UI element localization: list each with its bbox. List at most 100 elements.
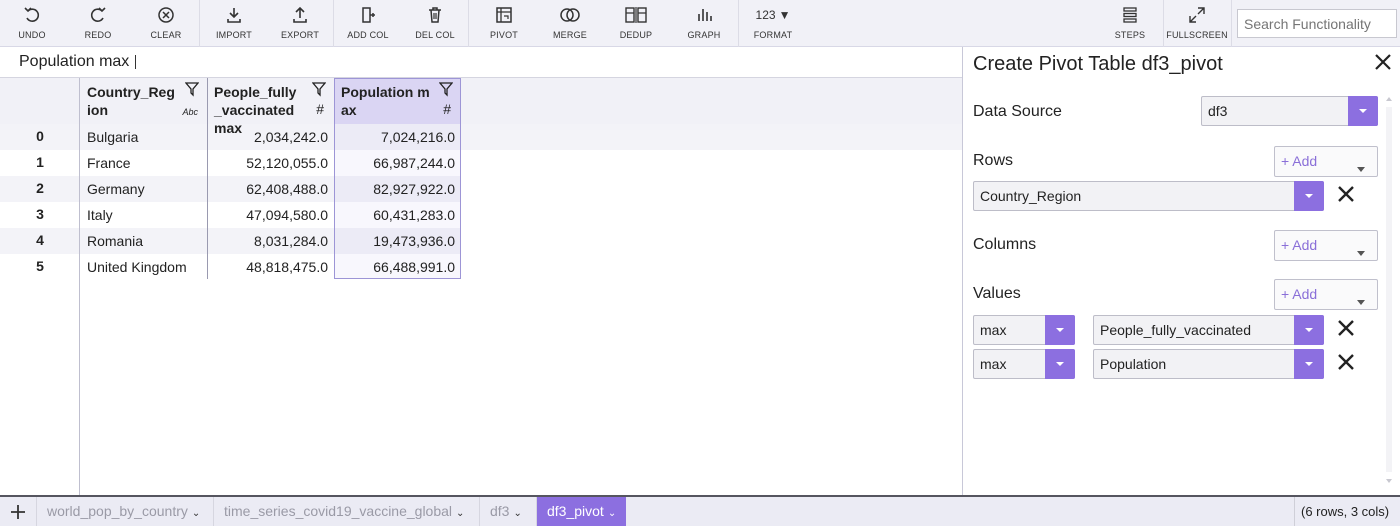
redo-label: REDO <box>84 30 112 40</box>
export-label: EXPORT <box>280 30 320 40</box>
merge-button[interactable]: MERGE <box>548 0 592 47</box>
chevron-down-icon <box>1045 349 1075 379</box>
remove-row-icon[interactable] <box>1337 185 1355 207</box>
remove-value-icon[interactable] <box>1337 319 1355 341</box>
table-cell[interactable]: 66,987,244.0 <box>335 150 461 176</box>
plus-icon <box>11 504 25 519</box>
download-icon <box>224 0 244 30</box>
add-value-label: + Add <box>1281 286 1318 302</box>
filter-icon[interactable] <box>184 81 200 101</box>
caret-down-icon <box>1357 159 1365 175</box>
text-cursor <box>135 55 136 69</box>
export-button[interactable]: EXPORT <box>278 0 322 47</box>
pivot-label: PIVOT <box>489 30 518 40</box>
add-value-button[interactable]: + Add <box>1274 279 1378 310</box>
clear-button[interactable]: CLEAR <box>146 0 186 47</box>
column-header-population[interactable]: Population max # <box>335 78 461 124</box>
undo-button[interactable]: UNDO <box>12 0 52 47</box>
add-sheet-button[interactable] <box>0 497 36 526</box>
table-cell[interactable]: 62,408,488.0 <box>208 176 334 202</box>
table-cell[interactable]: 60,431,283.0 <box>335 202 461 228</box>
data-grid: Population max Country_Region Abc People… <box>0 47 962 495</box>
del-col-button[interactable]: DEL COL <box>412 0 458 47</box>
columns-label: Columns <box>973 236 1037 253</box>
number-type-icon: # <box>443 101 451 117</box>
table-cell[interactable]: 7,024,216.0 <box>335 124 461 150</box>
add-col-button[interactable]: ADD COL <box>346 0 390 47</box>
tab-df3-pivot[interactable]: df3_pivot ⌄ <box>536 497 627 526</box>
table-cell[interactable]: 48,818,475.0 <box>208 254 334 280</box>
column-header-country-region[interactable]: Country_Region Abc <box>81 78 207 124</box>
filter-icon[interactable] <box>438 81 454 101</box>
table-cell[interactable]: 82,927,922.0 <box>335 176 461 202</box>
table-cell[interactable]: 47,094,580.0 <box>208 202 334 228</box>
chevron-down-icon <box>1348 96 1378 126</box>
tab-label: time_series_covid19_vaccine_global <box>224 503 453 519</box>
list-icon <box>1120 0 1140 30</box>
redo-button[interactable]: REDO <box>78 0 118 47</box>
search-input[interactable] <box>1237 9 1397 38</box>
add-row-button[interactable]: + Add <box>1274 146 1378 177</box>
format-label: FORMAT <box>753 30 793 40</box>
value-agg-dropdown[interactable]: max <box>973 349 1075 379</box>
tab-time-series-covid19[interactable]: time_series_covid19_vaccine_global ⌄ <box>213 497 474 526</box>
merge-label: MERGE <box>552 30 587 40</box>
merge-icon <box>559 0 581 30</box>
row-index: 2 <box>36 180 44 196</box>
toolbar: UNDO REDO CLEAR IMPORT EXPORT ADD COL DE… <box>0 0 1400 47</box>
tab-df3[interactable]: df3 ⌄ <box>479 497 532 526</box>
panel-scrollbar[interactable] <box>1383 95 1395 485</box>
table-cell[interactable]: Romania <box>81 228 207 254</box>
fullscreen-label: FULLSCREEN <box>1166 30 1228 40</box>
row-index: 0 <box>36 128 44 144</box>
value-agg: max <box>980 356 1007 372</box>
tab-world-pop-by-country[interactable]: world_pop_by_country ⌄ <box>36 497 210 526</box>
format-button[interactable]: 123 ▼ FORMAT <box>748 0 798 47</box>
value-agg-dropdown[interactable]: max <box>973 315 1075 345</box>
value-field-dropdown[interactable]: Population <box>1093 349 1324 379</box>
data-source-label: Data Source <box>973 103 1062 120</box>
import-button[interactable]: IMPORT <box>212 0 256 47</box>
steps-button[interactable]: STEPS <box>1110 0 1150 47</box>
dedup-label: DEDUP <box>619 30 653 40</box>
table-cell[interactable]: Italy <box>81 202 207 228</box>
table-cell[interactable]: 8,031,284.0 <box>208 228 334 254</box>
table-cell[interactable]: France <box>81 150 207 176</box>
clear-label: CLEAR <box>150 30 182 40</box>
chevron-down-icon: ⌄ <box>456 508 465 519</box>
text-type-icon: Abc <box>182 107 198 117</box>
table-cell[interactable]: Bulgaria <box>81 124 207 150</box>
remove-value-icon[interactable] <box>1337 353 1355 375</box>
pivot-table-icon <box>494 0 514 30</box>
formula-bar[interactable]: Population max <box>0 47 962 78</box>
table-cell[interactable]: 66,488,991.0 <box>335 254 461 280</box>
chevron-down-icon: ⌄ <box>607 508 617 519</box>
add-col-label: ADD COL <box>347 30 389 40</box>
graph-button[interactable]: GRAPH <box>684 0 724 47</box>
expand-icon <box>1187 0 1207 30</box>
pivot-button[interactable]: PIVOT <box>484 0 524 47</box>
toolbar-separator <box>1231 0 1232 47</box>
table-cell[interactable]: Germany <box>81 176 207 202</box>
toolbar-separator <box>333 0 334 47</box>
toolbar-separator <box>468 0 469 47</box>
value-field-dropdown[interactable]: People_fully_vaccinated <box>1093 315 1324 345</box>
bar-chart-icon <box>694 0 714 30</box>
dedup-button[interactable]: DEDUP <box>614 0 658 47</box>
table-cell[interactable]: 19,473,936.0 <box>335 228 461 254</box>
undo-label: UNDO <box>18 30 46 40</box>
chevron-down-icon <box>1045 315 1075 345</box>
table-cell[interactable]: 52,120,055.0 <box>208 150 334 176</box>
tab-label: df3 <box>490 503 510 519</box>
row-index: 1 <box>36 154 44 170</box>
data-source-dropdown[interactable]: df3 <box>1201 96 1378 126</box>
status-text: (6 rows, 3 cols) <box>1294 497 1400 526</box>
row-field-dropdown[interactable]: Country_Region <box>973 181 1324 211</box>
column-header-people-fully-vaccinated[interactable]: People_fully_vaccinated max # <box>208 78 334 136</box>
table-cell[interactable]: 2,034,242.0 <box>208 124 334 150</box>
add-column-button[interactable]: + Add <box>1274 230 1378 261</box>
table-cell[interactable]: United Kingdom <box>81 254 207 280</box>
fullscreen-button[interactable]: FULLSCREEN <box>1166 0 1228 47</box>
filter-icon[interactable] <box>311 81 327 101</box>
close-icon[interactable] <box>1373 49 1393 77</box>
